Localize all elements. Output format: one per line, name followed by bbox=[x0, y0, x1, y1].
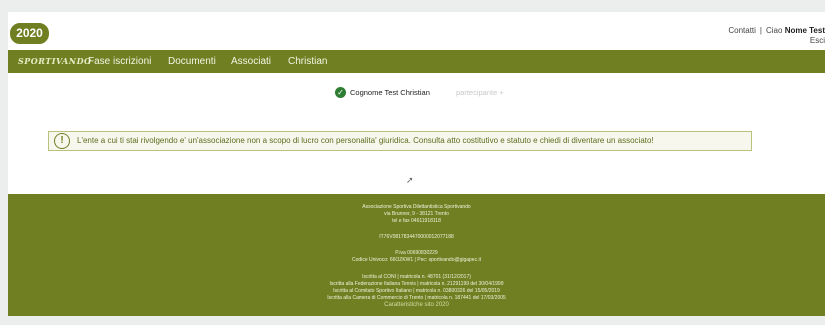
exclamation-icon: ! bbox=[54, 133, 70, 149]
check-icon: ✓ bbox=[335, 87, 346, 98]
footer-vat: P.iva 00690830229 bbox=[395, 250, 438, 256]
separator: | bbox=[759, 26, 762, 35]
brand-logo[interactable]: SPORTIVANDO bbox=[18, 56, 91, 66]
footer-iban: IT76V0817834470000012077188 bbox=[379, 234, 454, 240]
notice-text: L'ente a cui ti stai rivolgendo e' un'as… bbox=[77, 136, 654, 145]
logout-link[interactable]: Esci bbox=[728, 36, 825, 46]
top-header: 2020 Contatti | Ciao Nome Test Esci bbox=[8, 12, 825, 50]
user-name: Nome Test bbox=[784, 26, 825, 35]
footer-reg-cciaa: Iscritta alla Camera di Commercio di Tre… bbox=[327, 295, 506, 301]
footer-address: via Brunner, 9 - 38121 Trento bbox=[384, 211, 449, 217]
greeting: Ciao bbox=[766, 26, 783, 35]
participant-row: ✓ Cognome Test Christian partecipante + bbox=[8, 87, 825, 101]
mouse-cursor-icon: ➚ bbox=[406, 175, 414, 185]
page: 2020 Contatti | Ciao Nome Test Esci SPORTI… bbox=[8, 12, 825, 316]
user-menu: Contatti | Ciao Nome Test Esci bbox=[728, 26, 825, 46]
footer-phone: tel e fax 04611918118 bbox=[392, 218, 441, 224]
footer-reg-fit: Iscritta alla Federazione Italiana Tenni… bbox=[329, 281, 504, 287]
nav-user[interactable]: Christian bbox=[288, 56, 327, 67]
notice-banner: ! L'ente a cui ti stai rivolgendo e' un'… bbox=[48, 131, 752, 151]
nav-associati[interactable]: Associati bbox=[231, 56, 271, 67]
footer-reg-csi: Iscritta al Comitato Sportivo Italiano |… bbox=[333, 288, 500, 294]
footer-reg-coni: Iscritta al CONI | matricola n. 48701 (3… bbox=[362, 274, 471, 280]
footer-org-name: Associazione Sportiva Dilettantistica Sp… bbox=[362, 204, 471, 210]
main-nav: SPORTIVANDO Fase iscrizioni Documenti As… bbox=[8, 50, 825, 73]
participant-name[interactable]: Cognome Test Christian bbox=[350, 88, 430, 97]
footer-codes: Codice Univoco: 66OZKW1 | Pec: sportivan… bbox=[352, 257, 481, 263]
nav-documenti[interactable]: Documenti bbox=[168, 56, 216, 67]
nav-fase-iscrizioni[interactable]: Fase iscrizioni bbox=[88, 56, 151, 67]
footer-site-link[interactable]: Caratteristiche sito 2020 bbox=[8, 302, 825, 309]
year-badge: 2020 bbox=[10, 23, 49, 44]
contacts-link[interactable]: Contatti bbox=[728, 26, 756, 35]
add-participant-link[interactable]: partecipante + bbox=[456, 88, 504, 97]
footer: Associazione Sportiva Dilettantistica Sp… bbox=[8, 194, 825, 316]
